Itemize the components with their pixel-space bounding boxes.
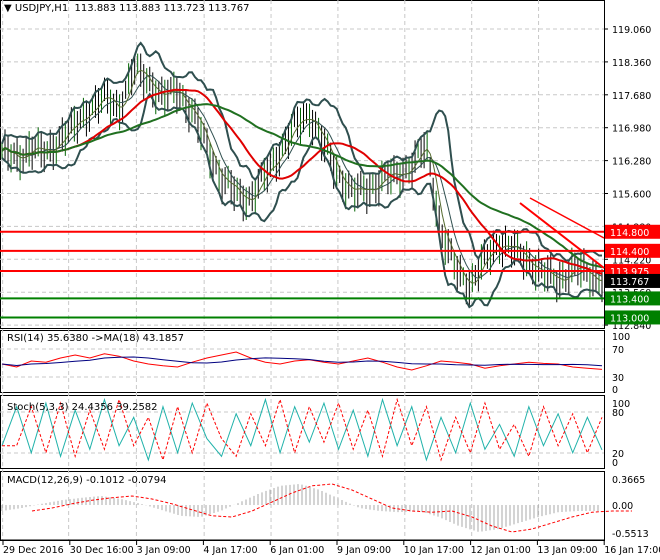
time-tick-label: 13 Jan 09:00 bbox=[537, 545, 597, 556]
price-tick-label: 116.980 bbox=[612, 124, 651, 135]
price-tick-label: 116.280 bbox=[612, 157, 651, 168]
level-tag-label: 114.800 bbox=[610, 228, 649, 239]
stoch-label: Stoch(5,3,3) 24.4356 39.2582 bbox=[7, 402, 158, 413]
price-tick-label: 117.680 bbox=[612, 91, 651, 102]
macd-axis-label: 0.00 bbox=[612, 501, 633, 512]
price-tick-label: 118.360 bbox=[612, 58, 651, 69]
time-tick-label: 4 Jan 17:00 bbox=[203, 545, 257, 556]
ohlc-values: 113.883 113.883 113.723 113.767 bbox=[74, 3, 250, 14]
trendline bbox=[519, 202, 605, 269]
stoch-axis-label: 80 bbox=[612, 408, 624, 419]
time-tick-label: 6 Jan 01:00 bbox=[270, 545, 324, 556]
macd-label: MACD(12,26,9) -0.1012 -0.0794 bbox=[7, 475, 167, 486]
price-tick-label: 119.060 bbox=[612, 25, 651, 36]
time-tick-label: 3 Jan 09:00 bbox=[137, 545, 191, 556]
rsi-axis-label: 0 bbox=[612, 385, 618, 396]
time-tick-label: 29 Dec 2016 bbox=[3, 545, 64, 556]
time-tick-label: 9 Jan 09:00 bbox=[337, 545, 391, 556]
level-tag-label: 113.000 bbox=[610, 313, 649, 324]
time-tick-label: 30 Dec 16:00 bbox=[70, 545, 134, 556]
symbol-label: USDJPY,H1 bbox=[14, 3, 69, 14]
stoch-axis-label: 0 bbox=[612, 458, 618, 469]
rsi-axis-label: 100 bbox=[612, 332, 630, 343]
rsi-label: RSI(14) 35.6380 ->MA(18) 43.1857 bbox=[7, 333, 184, 344]
rsi-axis-label: 30 bbox=[612, 373, 624, 384]
collapse-triangle-icon[interactable]: ▼ bbox=[4, 3, 12, 14]
time-tick-label: 12 Jan 01:00 bbox=[471, 545, 531, 556]
level-tag-label: 113.767 bbox=[610, 277, 649, 288]
bollinger-lower bbox=[1, 92, 603, 309]
rsi-axis-label: 70 bbox=[612, 345, 624, 356]
time-tick-label: 10 Jan 17:00 bbox=[404, 545, 464, 556]
macd-axis-label: 0.3665 bbox=[612, 475, 645, 486]
rsi-line bbox=[1, 351, 603, 371]
time-tick-label: 16 Jan 17:00 bbox=[604, 545, 660, 556]
level-tag-label: 114.400 bbox=[610, 247, 649, 258]
mt4-chart-window: 119.060 118.360 117.680 116.980 116.280 115.6… bbox=[0, 0, 660, 560]
bollinger-upper bbox=[1, 41, 603, 262]
macd-axis-label: -0.5513 bbox=[612, 529, 649, 540]
price-tick-label: 115.600 bbox=[612, 190, 651, 201]
chart-header: ▼ USDJPY,H1 113.883 113.883 113.723 113.… bbox=[4, 3, 250, 14]
rsi-ma-line bbox=[1, 356, 603, 367]
level-tag-label: 113.400 bbox=[610, 294, 649, 305]
